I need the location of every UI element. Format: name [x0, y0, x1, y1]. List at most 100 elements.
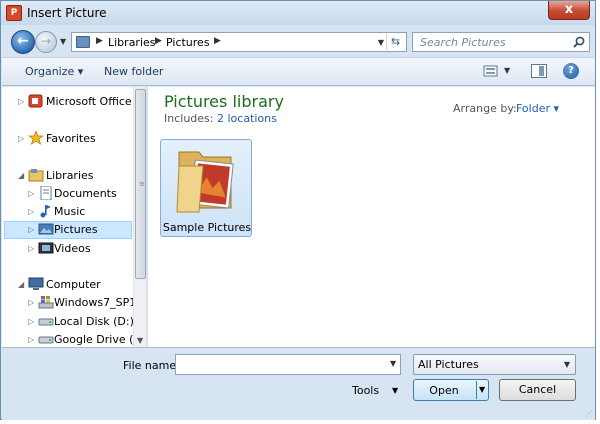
documents-icon [40, 186, 52, 200]
file-type-select[interactable]: All Pictures ▼ [413, 354, 576, 375]
file-name-input[interactable] [175, 354, 401, 375]
office-picture-icon: P [6, 5, 22, 21]
expand-icon[interactable]: ▷ [28, 225, 34, 234]
file-type-value: All Pictures [418, 358, 479, 371]
disk-icon [38, 336, 54, 344]
expand-icon[interactable]: ▷ [18, 97, 24, 106]
nav-item-label: Computer [46, 278, 101, 291]
nav-item-local-disk[interactable]: ▷ Local Disk (D:) [4, 313, 134, 331]
star-icon [28, 131, 44, 145]
navigation-pane[interactable]: ▷ Microsoft Office Pc ▷ Favorites ◢ Libr… [2, 87, 147, 347]
nav-item-documents[interactable]: ▷ Documents [4, 185, 132, 203]
libraries-icon [28, 169, 44, 182]
nav-item-label: Videos [54, 242, 91, 255]
command-bar: Organize ▾ New folder ▼ ? [2, 57, 595, 86]
dialog-footer: File name: ▼ All Pictures ▼ Tools ▼ Open… [2, 347, 595, 420]
address-dropdown-icon[interactable]: ▼ [378, 38, 384, 47]
nav-item-windows-drive[interactable]: ▷ Windows7_SP1 ( [4, 294, 144, 312]
title-bar[interactable]: P Insert Picture x [1, 1, 595, 25]
computer-icon [28, 277, 44, 290]
change-view-icon[interactable] [483, 64, 499, 78]
preview-pane-icon[interactable] [531, 64, 547, 78]
close-button[interactable]: x [548, 1, 590, 20]
picture-folder-icon [176, 151, 234, 213]
nav-item-label: Music [54, 205, 86, 218]
videos-icon [38, 242, 54, 254]
nav-item-label: Favorites [46, 132, 96, 145]
music-icon [40, 205, 51, 218]
nav-item-pictures[interactable]: ▷ Pictures [4, 221, 132, 239]
nav-item-label: Documents [54, 187, 117, 200]
office-icon [28, 94, 43, 108]
tools-button[interactable]: Tools [352, 384, 379, 397]
help-icon[interactable]: ? [563, 63, 579, 79]
nav-item-google-drive[interactable]: ▷ Google Drive (G:) [4, 331, 146, 347]
grip-icon: ≡ [139, 180, 145, 188]
address-bar[interactable]: ▶ Libraries ▶ Pictures ▶ ▼ ⇆ [71, 32, 407, 52]
folder-label: Sample Pictures [162, 221, 252, 234]
breadcrumb-libraries[interactable]: Libraries [108, 36, 156, 49]
search-input[interactable]: Search Pictures [420, 36, 506, 49]
breadcrumb-separator[interactable]: ▶ [214, 36, 221, 46]
expand-icon[interactable]: ▷ [28, 317, 34, 326]
nav-item-label: Libraries [46, 169, 94, 182]
open-button[interactable]: Open ▼ [413, 379, 489, 401]
insert-picture-dialog: P Insert Picture x ← → ▼ ▶ Libraries ▶ P… [0, 0, 596, 420]
collapse-icon[interactable]: ◢ [18, 280, 24, 289]
windows-drive-icon [38, 296, 54, 309]
nav-item-computer[interactable]: ◢ Computer [4, 276, 132, 294]
refresh-icon[interactable]: ⇆ [386, 34, 404, 50]
nav-item-microsoft-office[interactable]: ▷ Microsoft Office Pc [4, 93, 146, 111]
nav-item-label: Local Disk (D:) [54, 315, 134, 328]
resize-grip-icon[interactable]: ⋰ [585, 409, 593, 418]
nav-item-label: Pictures [54, 223, 98, 236]
nav-item-music[interactable]: ▷ Music [4, 203, 132, 221]
search-box[interactable]: Search Pictures [412, 32, 590, 52]
chevron-down-icon: ▼ [563, 360, 570, 369]
nav-item-videos[interactable]: ▷ Videos [4, 240, 132, 258]
collapse-icon[interactable]: ◢ [18, 171, 24, 180]
window-title: Insert Picture [27, 6, 107, 20]
view-options-dropdown-icon[interactable]: ▼ [504, 66, 510, 75]
expand-icon[interactable]: ▷ [18, 134, 24, 143]
nav-scrollbar[interactable]: ≡ ▼ [133, 87, 146, 347]
expand-icon[interactable]: ▷ [28, 207, 34, 216]
locations-link[interactable]: 2 locations [217, 112, 277, 125]
open-label: Open [429, 384, 459, 397]
nav-item-libraries[interactable]: ◢ Libraries [4, 167, 132, 185]
forward-button[interactable]: → [35, 31, 57, 53]
nav-item-label: Microsoft Office Pc [46, 95, 147, 108]
library-title: Pictures library [164, 92, 284, 111]
expand-icon[interactable]: ▷ [28, 298, 34, 307]
breadcrumb-pictures[interactable]: Pictures [166, 36, 210, 49]
new-folder-button[interactable]: New folder [104, 65, 163, 78]
library-folder-icon [76, 36, 90, 48]
arrange-by-dropdown[interactable]: Folder ▾ [516, 102, 559, 115]
file-name-label: File name: [123, 359, 180, 372]
file-list-pane[interactable]: Pictures library Includes: 2 locations A… [148, 87, 595, 347]
expand-icon[interactable]: ▷ [28, 244, 34, 253]
breadcrumb-separator[interactable]: ▶ [155, 36, 162, 46]
scrollbar-thumb[interactable]: ≡ [135, 89, 146, 279]
tools-dropdown-icon[interactable]: ▼ [392, 386, 398, 395]
address-row: ← → ▼ ▶ Libraries ▶ Pictures ▶ ▼ ⇆ Searc… [1, 25, 595, 57]
folder-item-sample-pictures[interactable]: Sample Pictures [160, 139, 252, 237]
open-options-dropdown[interactable]: ▼ [476, 381, 488, 399]
search-icon[interactable] [573, 36, 585, 48]
cancel-button[interactable]: Cancel [499, 379, 576, 401]
recent-pages-dropdown-icon[interactable]: ▼ [60, 37, 66, 46]
expand-icon[interactable]: ▷ [28, 189, 34, 198]
breadcrumb-separator[interactable]: ▶ [96, 36, 103, 46]
pictures-icon [38, 223, 54, 235]
expand-icon[interactable]: ▷ [28, 335, 34, 344]
chevron-down-icon: ▼ [479, 385, 486, 394]
includes-label: Includes: [164, 112, 214, 125]
organize-button[interactable]: Organize ▾ [25, 65, 83, 78]
library-includes: Includes: 2 locations [164, 112, 277, 125]
scroll-down-icon[interactable]: ▼ [137, 336, 143, 345]
nav-item-favorites[interactable]: ▷ Favorites [4, 130, 132, 148]
arrange-by-label: Arrange by: [453, 102, 517, 115]
back-button[interactable]: ← [11, 30, 35, 54]
nav-item-label: Windows7_SP1 ( [54, 296, 145, 309]
disk-icon [38, 318, 54, 326]
